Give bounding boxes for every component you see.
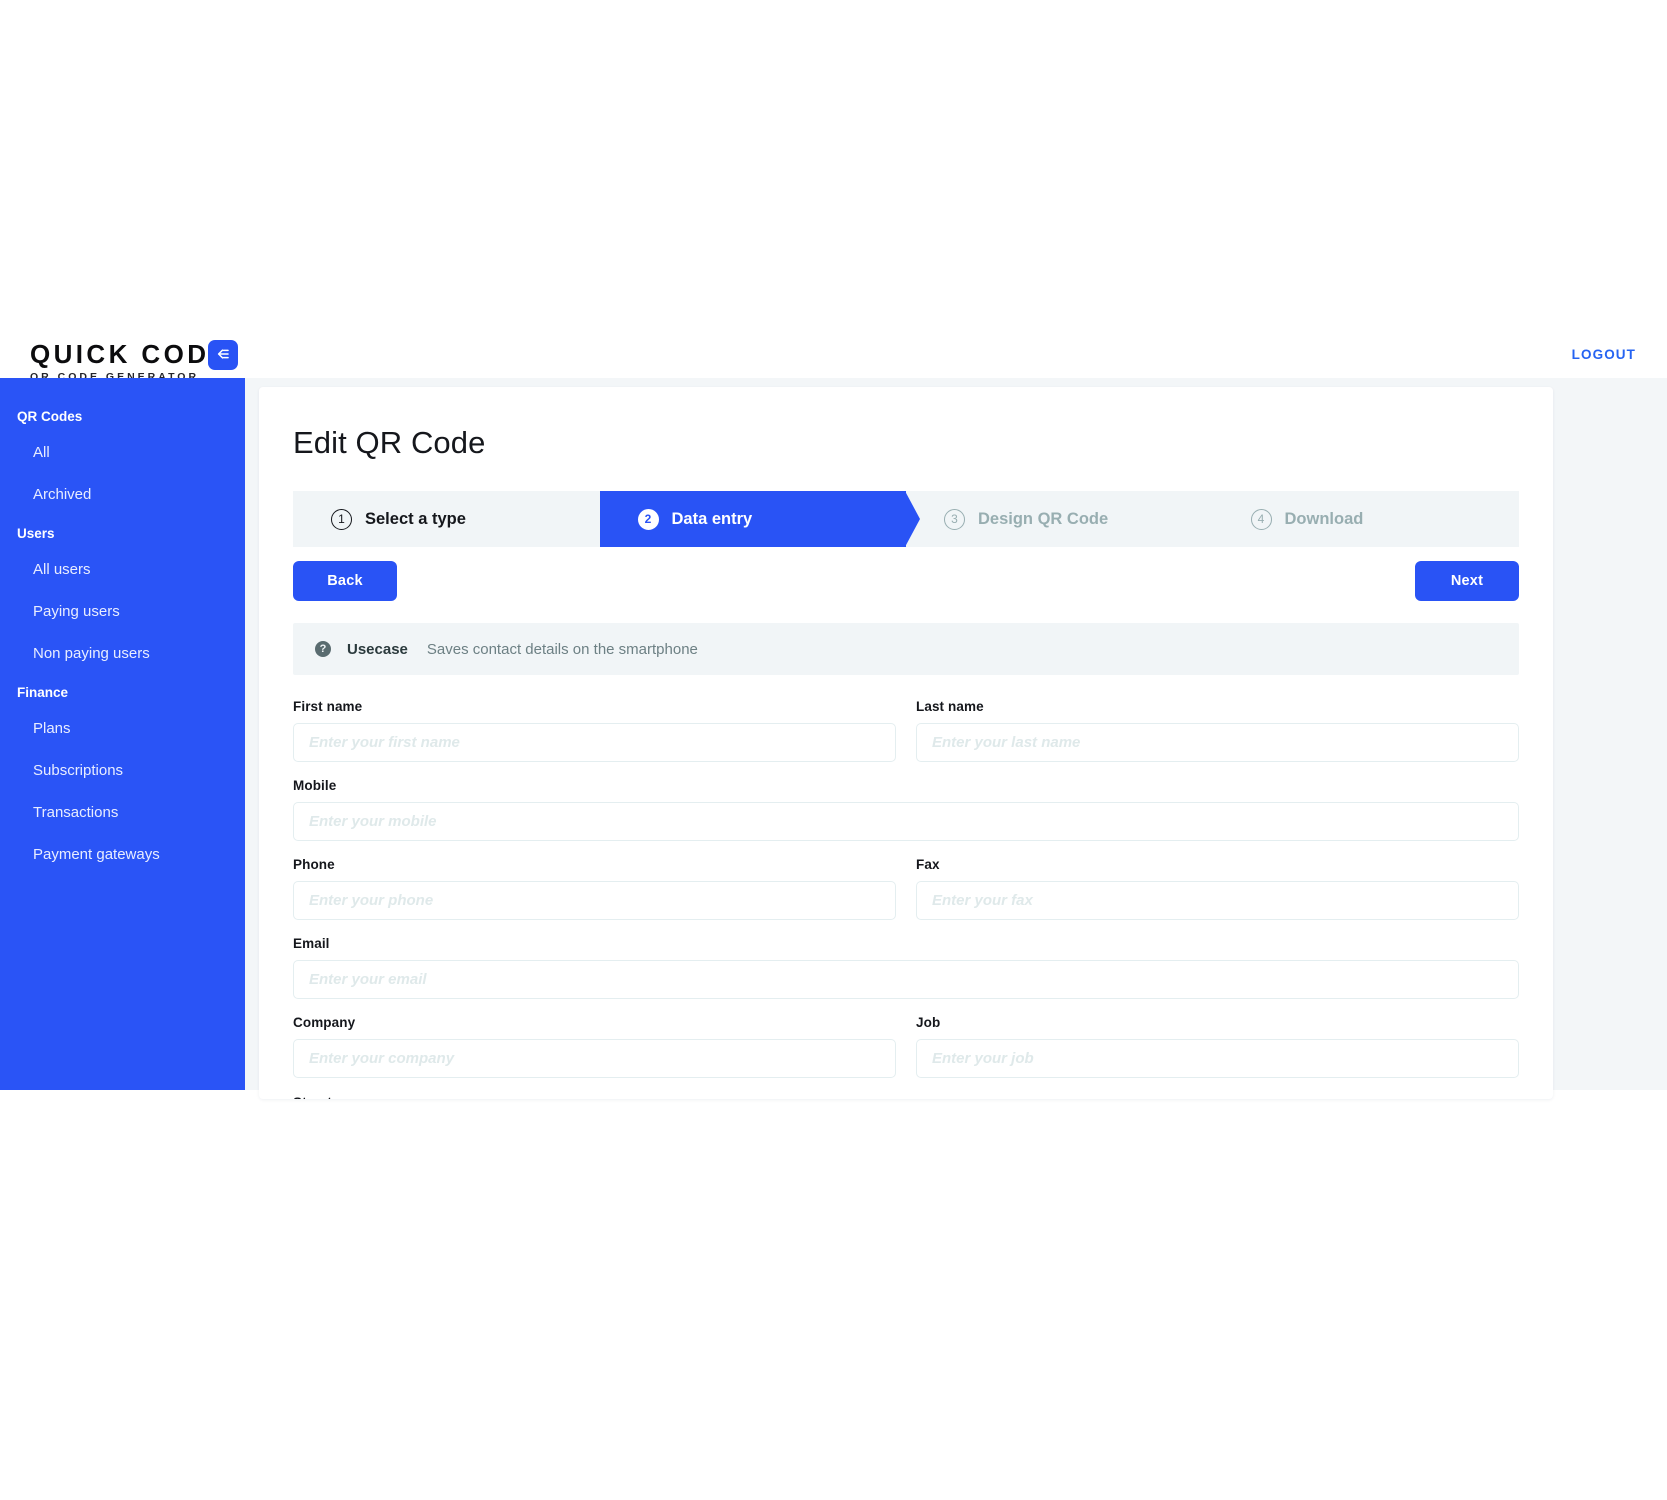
sidebar-group-title-finance: Finance bbox=[17, 685, 69, 700]
usecase-banner: ? Usecase Saves contact details on the s… bbox=[293, 623, 1519, 675]
form-row-mobile: Mobile bbox=[293, 778, 1519, 841]
step-chevron-3 bbox=[1211, 491, 1227, 547]
sidebar-group-title-users: Users bbox=[17, 526, 55, 541]
sidebar-item-all-users[interactable]: All users bbox=[0, 560, 245, 580]
mobile-input[interactable] bbox=[293, 802, 1519, 841]
label-email: Email bbox=[293, 936, 330, 951]
next-button[interactable]: Next bbox=[1415, 561, 1519, 601]
form-row-street: Street bbox=[293, 1094, 1519, 1099]
field-phone: Phone bbox=[293, 857, 896, 920]
logout-button[interactable]: LOGOUT bbox=[1572, 347, 1636, 362]
sidebar-item-archived[interactable]: Archived bbox=[0, 485, 245, 505]
question-mark-icon: ? bbox=[315, 641, 331, 657]
sidebar-item-all[interactable]: All bbox=[0, 443, 245, 463]
usecase-label: Usecase bbox=[347, 640, 408, 658]
step-chevron-2 bbox=[905, 491, 920, 547]
field-first-name: First name bbox=[293, 699, 896, 762]
field-street: Street bbox=[293, 1094, 1519, 1099]
field-last-name: Last name bbox=[916, 699, 1519, 762]
step-number-4: 4 bbox=[1250, 508, 1272, 530]
step-design-qr-code[interactable]: 3 Design QR Code bbox=[906, 491, 1227, 547]
step-label-3: Design QR Code bbox=[978, 509, 1109, 528]
sidebar-item-payment-gateways[interactable]: Payment gateways bbox=[0, 845, 245, 865]
job-input[interactable] bbox=[916, 1039, 1519, 1078]
field-job: Job bbox=[916, 1015, 1519, 1078]
step-number-3: 3 bbox=[944, 508, 965, 530]
label-first-name: First name bbox=[293, 699, 363, 714]
collapse-sidebar-icon[interactable] bbox=[208, 340, 238, 370]
back-button[interactable]: Back bbox=[293, 561, 397, 601]
main-content: Edit QR Code 1 Select a type 2 Data entr… bbox=[245, 378, 1667, 1099]
form-row-name: First name Last name bbox=[293, 699, 1519, 762]
step-number-2: 2 bbox=[637, 508, 659, 530]
step-download[interactable]: 4 Download bbox=[1212, 491, 1519, 547]
sidebar-group-title-qr-codes: QR Codes bbox=[17, 409, 83, 424]
label-phone: Phone bbox=[293, 857, 335, 872]
company-input[interactable] bbox=[293, 1039, 896, 1078]
field-company: Company bbox=[293, 1015, 896, 1078]
wizard-actions: Back Next bbox=[293, 561, 1519, 601]
sidebar-group-users: Users All users Paying users Non paying … bbox=[0, 525, 245, 664]
page-title: Edit QR Code bbox=[293, 425, 486, 460]
sidebar-group-finance: Finance Plans Subscriptions Transactions… bbox=[0, 684, 245, 865]
phone-input[interactable] bbox=[293, 881, 896, 920]
first-name-input[interactable] bbox=[293, 723, 896, 762]
sidebar: QR Codes All Archived Users All users Pa… bbox=[0, 378, 245, 1090]
label-company: Company bbox=[293, 1015, 356, 1030]
step-select-a-type[interactable]: 1 Select a type bbox=[293, 491, 614, 547]
sidebar-item-non-paying-users[interactable]: Non paying users bbox=[0, 644, 245, 664]
contact-details-form: First name Last name Mobile bbox=[293, 699, 1519, 1099]
step-data-entry[interactable]: 2 Data entry bbox=[599, 491, 920, 547]
label-last-name: Last name bbox=[916, 699, 984, 714]
label-street: Street bbox=[293, 1095, 332, 1099]
label-job: Job bbox=[916, 1015, 941, 1030]
edit-qr-code-card: Edit QR Code 1 Select a type 2 Data entr… bbox=[259, 387, 1553, 1099]
field-fax: Fax bbox=[916, 857, 1519, 920]
step-label-4: Download bbox=[1284, 509, 1364, 528]
sidebar-item-transactions[interactable]: Transactions bbox=[0, 803, 245, 823]
email-input[interactable] bbox=[293, 960, 1519, 999]
form-row-company-job: Company Job bbox=[293, 1015, 1519, 1078]
step-label-2: Data entry bbox=[671, 509, 753, 528]
brand-title: QUICK CODE bbox=[30, 339, 231, 369]
fax-input[interactable] bbox=[916, 881, 1519, 920]
last-name-input[interactable] bbox=[916, 723, 1519, 762]
form-row-email: Email bbox=[293, 936, 1519, 999]
field-email: Email bbox=[293, 936, 1519, 999]
form-row-phone-fax: Phone Fax bbox=[293, 857, 1519, 920]
step-label-1: Select a type bbox=[365, 509, 466, 528]
sidebar-item-plans[interactable]: Plans bbox=[0, 719, 245, 739]
usecase-description: Saves contact details on the smartphone bbox=[426, 640, 698, 658]
step-number-1: 1 bbox=[331, 508, 352, 530]
sidebar-item-paying-users[interactable]: Paying users bbox=[0, 602, 245, 622]
sidebar-item-subscriptions[interactable]: Subscriptions bbox=[0, 761, 245, 781]
field-mobile: Mobile bbox=[293, 778, 1519, 841]
wizard-stepper: 1 Select a type 2 Data entry 3 Design QR… bbox=[293, 491, 1519, 547]
label-mobile: Mobile bbox=[293, 778, 337, 793]
sidebar-group-qr-codes: QR Codes All Archived bbox=[0, 408, 245, 505]
app-window: QUICK CODE QR CODE GENERATOR LOGOUT QR C… bbox=[0, 340, 1667, 1160]
label-fax: Fax bbox=[916, 857, 940, 872]
